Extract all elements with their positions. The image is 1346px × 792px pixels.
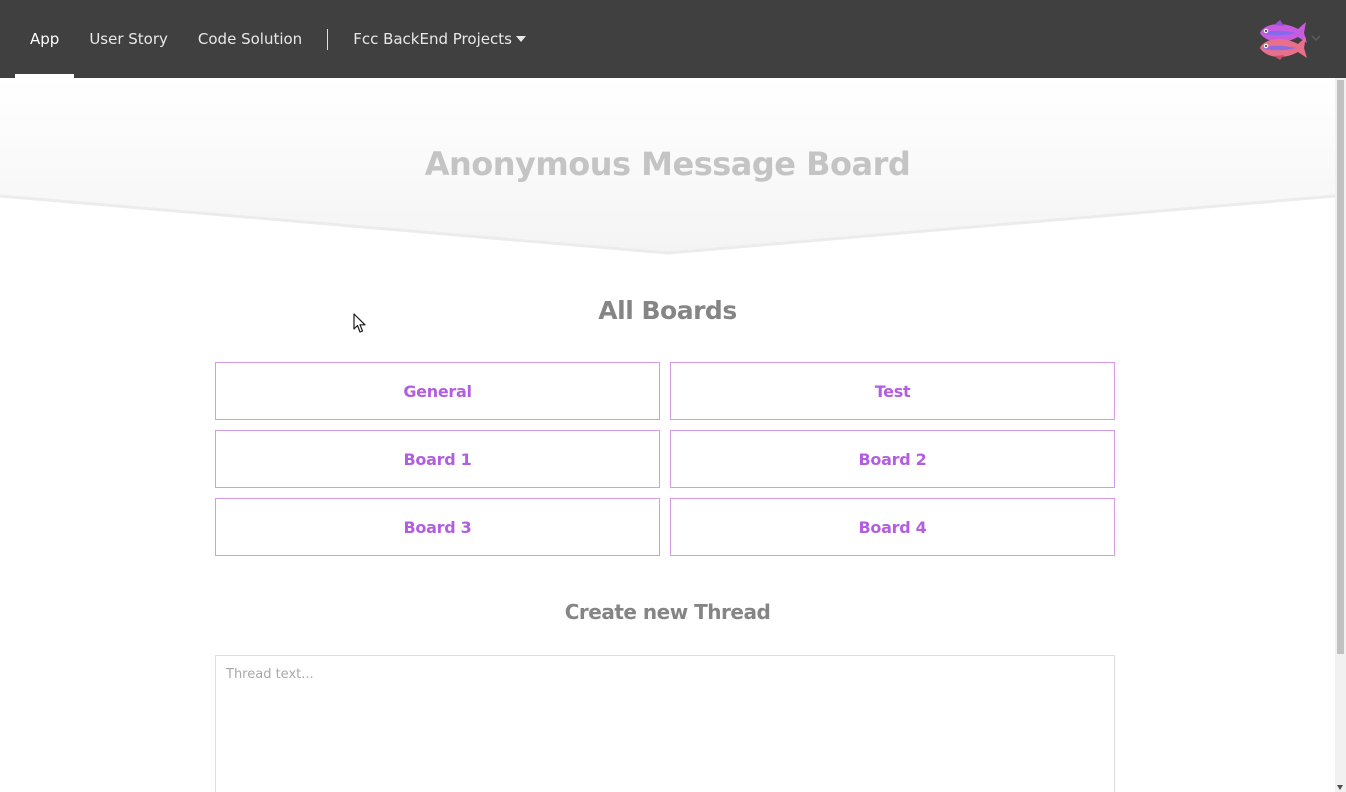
mouse-pointer-icon [353, 313, 366, 333]
nav-link-user-story[interactable]: User Story [74, 0, 183, 78]
nav-divider [327, 28, 329, 50]
page-title: Anonymous Message Board [424, 145, 911, 183]
scrollbar-thumb[interactable] [1337, 80, 1344, 654]
nav-dropdown-projects[interactable]: Fcc BackEnd Projects [338, 0, 541, 78]
board-button-board-3[interactable]: Board 3 [215, 498, 660, 556]
board-button-board-1[interactable]: Board 1 [215, 430, 660, 488]
board-button-board-2[interactable]: Board 2 [670, 430, 1115, 488]
nav-dropdown-label: Fcc BackEnd Projects [353, 30, 512, 48]
all-boards-heading: All Boards [598, 296, 737, 325]
scroll-down-arrow-icon[interactable] [1337, 785, 1343, 790]
vertical-scrollbar[interactable] [1335, 78, 1346, 792]
caret-down-icon [515, 36, 526, 42]
thread-text-input[interactable] [215, 655, 1115, 792]
nav-link-app[interactable]: App [15, 0, 75, 78]
nav-link-code-solution[interactable]: Code Solution [183, 0, 317, 78]
fish-logo-icon[interactable] [1254, 18, 1308, 60]
board-button-board-4[interactable]: Board 4 [670, 498, 1115, 556]
create-thread-heading: Create new Thread [564, 600, 771, 624]
top-navbar: App User Story Code Solution Fcc BackEnd… [0, 0, 1346, 78]
board-button-test[interactable]: Test [670, 362, 1115, 420]
chevron-down-icon[interactable] [1311, 34, 1321, 42]
board-grid: General Test Board 1 Board 2 Board 3 Boa… [215, 362, 1115, 556]
board-button-general[interactable]: General [215, 362, 660, 420]
